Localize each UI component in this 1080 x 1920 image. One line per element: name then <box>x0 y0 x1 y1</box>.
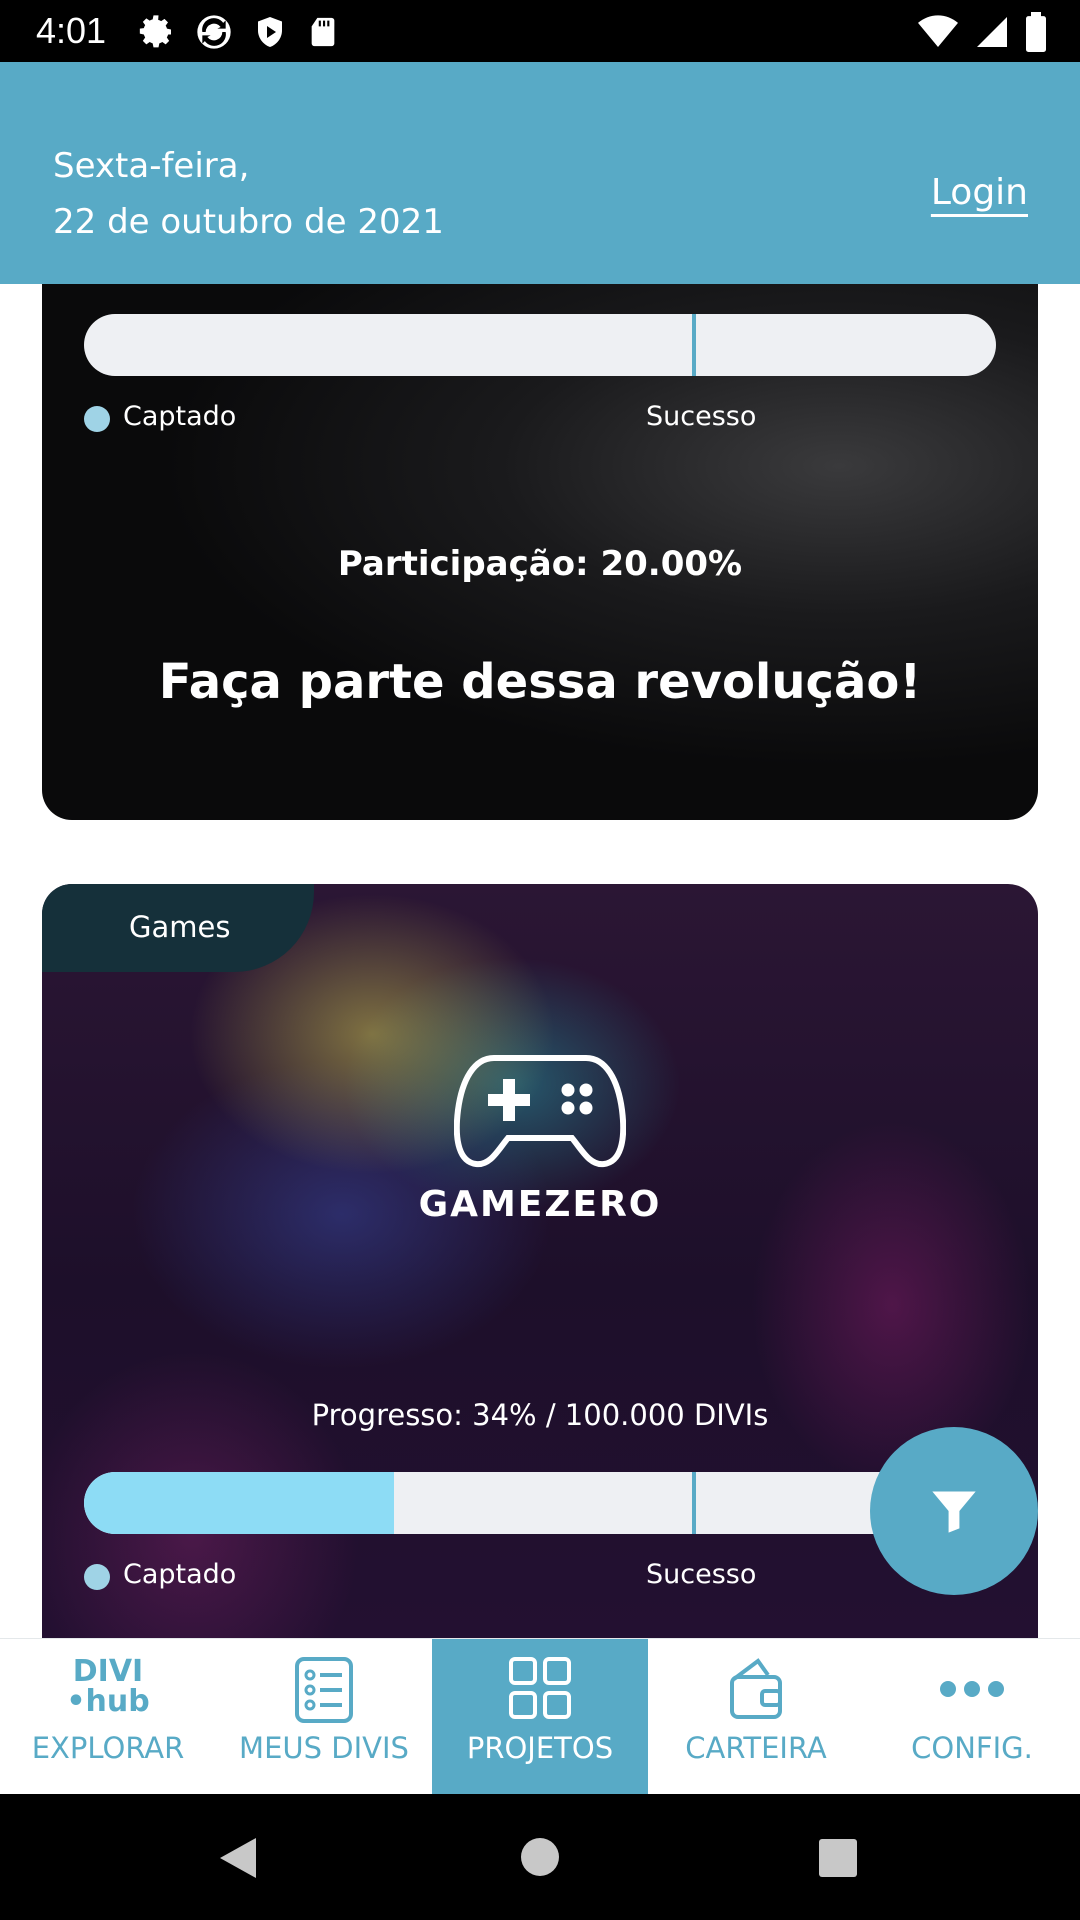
app-header: Sexta-feira, 22 de outubro de 2021 Login <box>0 62 1080 284</box>
success-legend-label: Sucesso <box>646 401 757 432</box>
back-icon <box>220 1838 256 1878</box>
nav-carteira[interactable]: CARTEIRA <box>648 1639 864 1795</box>
wifi-icon <box>918 15 958 48</box>
participation-text: Participação: 20.00% <box>337 544 743 584</box>
recents-button[interactable] <box>768 1794 908 1920</box>
progress-bar-fill <box>84 1472 395 1534</box>
success-legend-label: Sucesso <box>646 1559 757 1590</box>
header-date: 22 de outubro de 2021 <box>53 202 444 242</box>
home-icon <box>521 1838 559 1876</box>
back-button[interactable] <box>168 1794 308 1920</box>
nav-label: CONFIG. <box>911 1731 1033 1765</box>
logo-top-text: DIVI <box>72 1654 144 1689</box>
project-logo-text: GAMEZERO <box>418 1184 662 1225</box>
shield-icon <box>258 17 282 47</box>
success-marker <box>692 314 696 376</box>
progress-text: Progresso: 34% / 100.000 DIVIs <box>311 1398 769 1432</box>
nav-label: EXPLORAR <box>31 1731 185 1765</box>
divi-hub-logo-icon: DIVI •hub <box>66 1657 149 1717</box>
status-system-icons <box>916 12 1048 52</box>
wallet-icon <box>730 1658 782 1719</box>
status-bar: 4:01 <box>0 0 1080 62</box>
login-link[interactable]: Login <box>931 172 1028 213</box>
raised-legend-label: Captado <box>123 401 237 432</box>
raised-legend-label: Captado <box>123 1559 237 1590</box>
raised-legend-dot <box>84 1564 110 1590</box>
nav-meus-divis[interactable]: MEUS DIVIS <box>216 1639 432 1795</box>
project-card[interactable]: Captado Sucesso Participação: 20.00% Faç… <box>42 284 1038 820</box>
success-marker <box>692 1472 696 1534</box>
sd-card-icon <box>311 17 335 47</box>
system-nav-bar <box>0 1794 1080 1920</box>
sync-icon <box>197 15 231 49</box>
nav-config[interactable]: CONFIG. <box>864 1639 1080 1795</box>
status-notification-icons <box>136 12 340 52</box>
status-time: 4:01 <box>36 10 107 51</box>
nav-projetos[interactable]: PROJETOS <box>432 1639 648 1795</box>
category-label: Games <box>129 910 231 944</box>
filter-button[interactable] <box>870 1427 1038 1595</box>
recents-icon <box>819 1839 857 1877</box>
category-tag: Games <box>42 884 314 972</box>
header-weekday: Sexta-feira, <box>53 146 250 186</box>
raised-legend-dot <box>84 406 110 432</box>
nav-explorar[interactable]: DIVI •hub EXPLORAR <box>0 1639 216 1795</box>
home-button[interactable] <box>470 1794 610 1920</box>
nav-label: MEUS DIVIS <box>239 1731 409 1765</box>
card-headline: Faça parte dessa revolução! <box>158 654 922 710</box>
nav-label: CARTEIRA <box>685 1731 827 1765</box>
progress-bar <box>84 1472 996 1534</box>
more-icon <box>940 1681 1004 1697</box>
list-icon <box>295 1657 353 1723</box>
grid-icon <box>509 1657 571 1719</box>
signal-icon <box>977 17 1007 47</box>
settings-icon <box>139 15 171 48</box>
progress-bar <box>84 314 996 376</box>
battery-icon <box>1026 12 1046 52</box>
filter-icon <box>932 1491 976 1533</box>
logo-bottom-text: •hub <box>66 1684 150 1719</box>
bottom-nav: DIVI •hub EXPLORAR MEUS DIVIS PROJETOS C… <box>0 1638 1080 1795</box>
gamepad-icon <box>454 1055 626 1168</box>
nav-label: PROJETOS <box>466 1731 614 1765</box>
